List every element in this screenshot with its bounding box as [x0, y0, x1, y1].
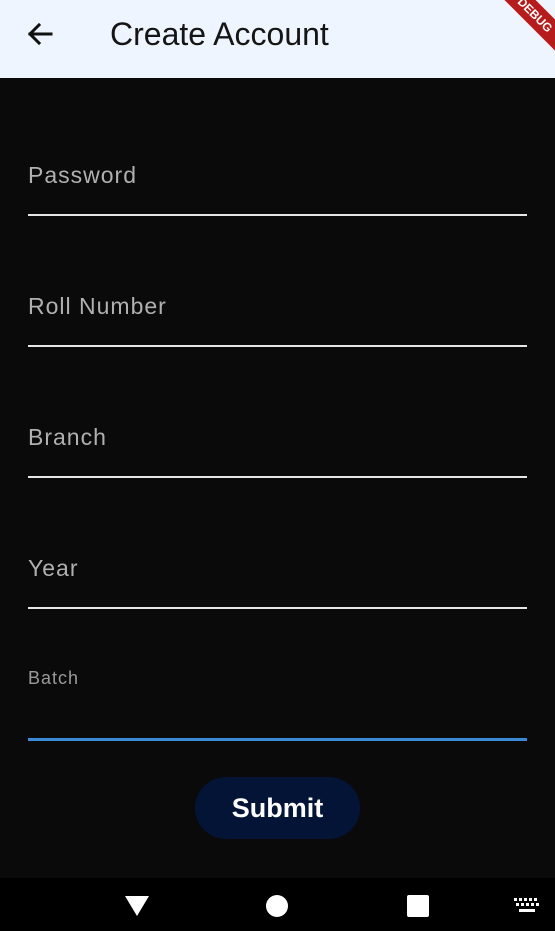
system-nav-bar: [0, 878, 555, 931]
recents-square-icon: [407, 895, 429, 917]
batch-label: Batch: [28, 668, 80, 688]
form-content: Password Roll Number Branch Year Batch S…: [0, 78, 555, 878]
app-bar: Create Account DEBUG: [0, 0, 555, 78]
back-button[interactable]: [24, 17, 56, 51]
batch-field[interactable]: Batch: [28, 667, 527, 741]
arrow-left-icon: [27, 22, 53, 46]
debug-banner: DEBUG: [484, 0, 555, 66]
roll-number-field[interactable]: Roll Number: [28, 273, 527, 347]
roll-number-underline: [28, 345, 527, 347]
keyboard-icon: [514, 898, 539, 912]
nav-recents-button[interactable]: [400, 888, 436, 924]
password-label: Password: [28, 162, 137, 188]
year-label: Year: [28, 555, 79, 581]
password-field[interactable]: Password: [28, 142, 527, 216]
nav-home-button[interactable]: [259, 888, 295, 924]
branch-underline: [28, 476, 527, 478]
roll-number-label: Roll Number: [28, 293, 167, 319]
nav-back-button[interactable]: [119, 888, 155, 924]
batch-underline: [28, 738, 527, 741]
nav-keyboard-button[interactable]: [509, 888, 545, 924]
year-field[interactable]: Year: [28, 535, 527, 609]
branch-field[interactable]: Branch: [28, 404, 527, 478]
branch-label: Branch: [28, 424, 107, 450]
submit-button[interactable]: Submit: [195, 777, 360, 839]
home-circle-icon: [266, 895, 288, 917]
year-underline: [28, 607, 527, 609]
back-triangle-icon: [125, 896, 149, 916]
page-title: Create Account: [110, 16, 329, 52]
password-underline: [28, 214, 527, 216]
